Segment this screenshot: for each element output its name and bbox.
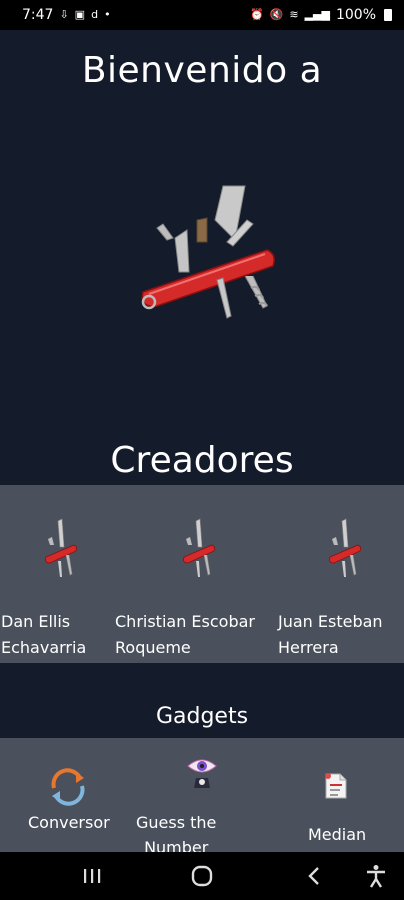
battery-icon [384,9,392,21]
creator-name: Christian Escobar Roqueme [115,612,255,657]
status-bar: 7:47 ⇩ ▣ d • ⏰ 🔇 ≋ ▂▄▆ 100% [0,0,404,30]
back-icon[interactable] [300,864,328,888]
app-icon: d [91,8,99,21]
dot-icon: • [104,8,111,21]
creator-card[interactable]: Christian Escobar Roqueme [112,485,276,663]
recents-icon[interactable] [78,864,106,888]
creator-card[interactable]: Dan Ellis Echavarria [0,485,112,663]
wifi-icon: ≋ [289,8,299,21]
eye-icon [187,759,217,788]
gadgets-list: Conversor Guess the Number Median [0,738,404,857]
mute-icon: 🔇 [269,8,284,21]
creator-card[interactable]: Juan Esteban Herrera [276,485,404,663]
gadget-median[interactable]: Median [270,738,404,852]
creators-title: Creadores [110,440,294,481]
signal-icon: ▂▄▆ [304,8,330,21]
creator-avatar-knife [45,518,78,577]
home-icon[interactable] [188,864,216,888]
creator-avatar-knife [183,518,216,577]
upload-icon: ⇩ [59,8,69,21]
creator-name: Dan Ellis Echavarria [1,612,87,657]
gadget-conversor[interactable]: Conversor [0,738,134,852]
gadgets-title: Gadgets [155,704,249,729]
creator-name: Juan Esteban Herrera [278,612,383,657]
alarm-icon: ⏰ [249,8,264,21]
document-icon [325,773,347,799]
creator-avatar-knife [329,518,362,577]
convert-icon [51,768,85,806]
notification-icon: ▣ [74,8,86,21]
system-nav-bar [0,852,404,900]
swiss-knife-logo [127,180,279,330]
creators-list: Dan Ellis Echavarria Christian Escobar R… [0,485,404,663]
welcome-title: Bienvenido a [81,50,323,91]
accessibility-icon[interactable] [362,864,390,888]
gadget-label: Conversor [28,813,110,832]
gadget-label: Median [308,825,367,844]
clock: 7:47 [22,7,54,23]
battery-percent: 100% [335,7,376,23]
gadget-guess-number[interactable]: Guess the Number [134,738,270,857]
